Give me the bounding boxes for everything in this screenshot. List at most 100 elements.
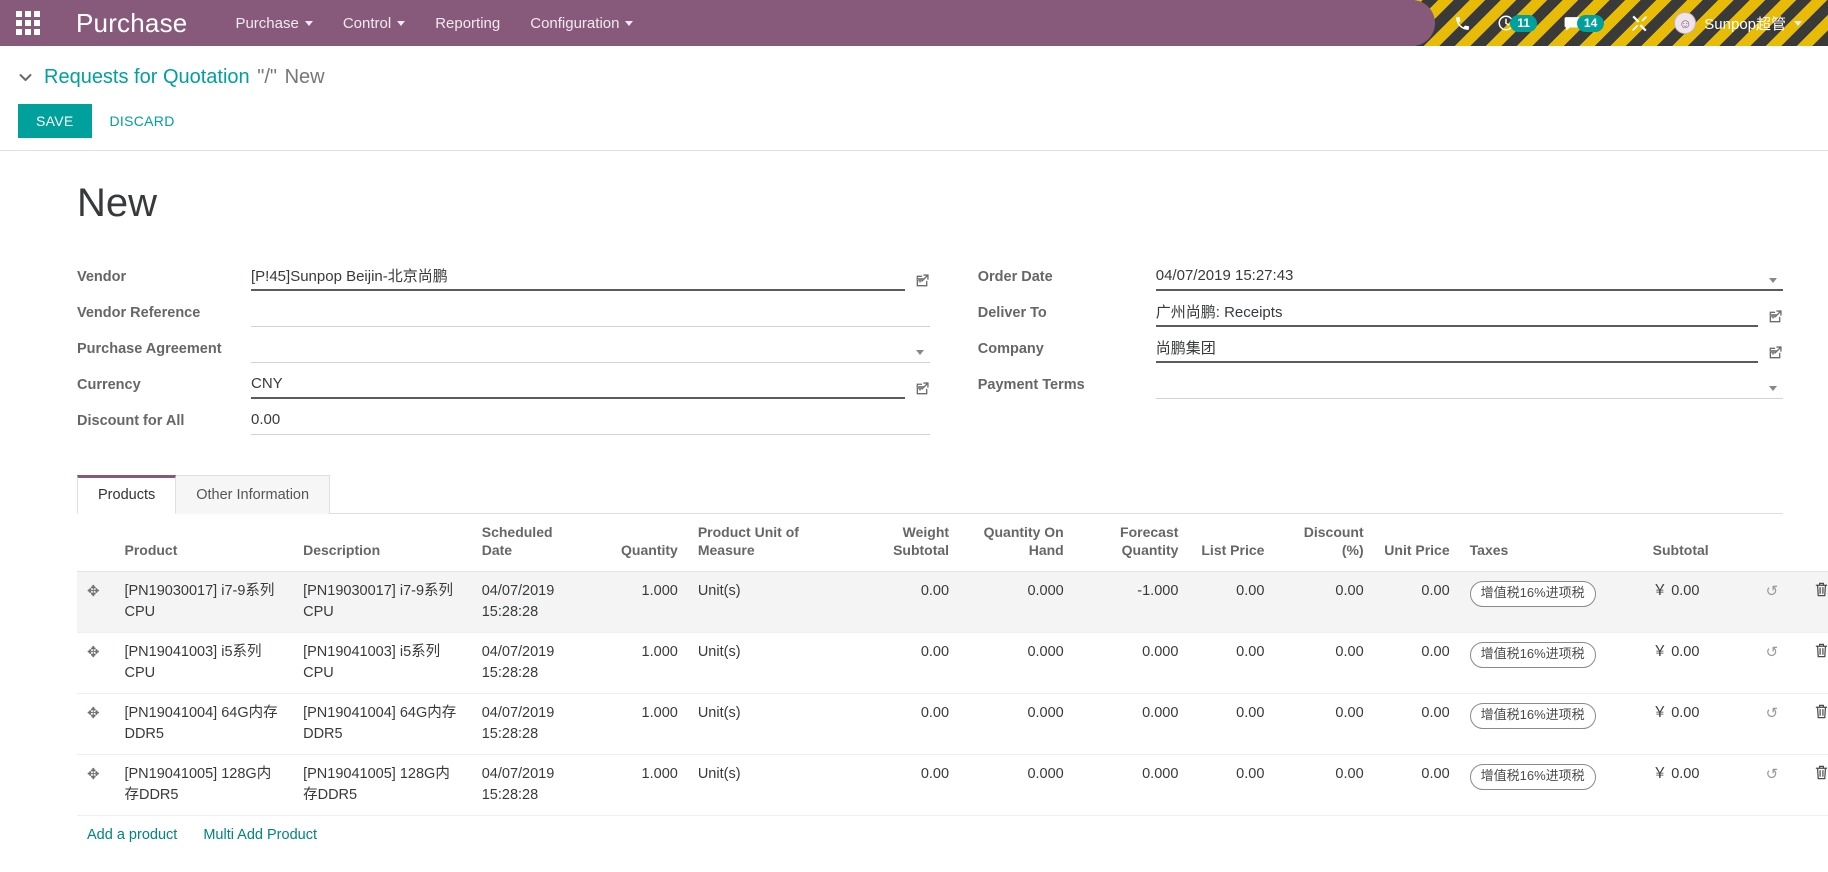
drag-handle-icon[interactable]: ✥ bbox=[87, 764, 105, 786]
drag-handle-icon[interactable]: ✥ bbox=[87, 642, 105, 664]
discard-button[interactable]: DISCARD bbox=[96, 104, 189, 138]
cell-product[interactable]: [PN19030017] i7-9系列CPU bbox=[114, 571, 294, 634]
col-scheduled-date[interactable]: Scheduled Date bbox=[471, 514, 582, 572]
phone-button[interactable] bbox=[1441, 0, 1484, 46]
activities-button[interactable]: 11 bbox=[1484, 0, 1550, 46]
menu-item-reporting[interactable]: Reporting bbox=[435, 15, 500, 32]
cell-history[interactable]: ↺ bbox=[1744, 571, 1789, 634]
trash-icon[interactable] bbox=[1814, 764, 1828, 781]
cell-product[interactable]: [PN19041003] i5系列CPU bbox=[114, 632, 294, 695]
developer-tools-button[interactable] bbox=[1617, 0, 1662, 46]
cell-product[interactable]: [PN19041004] 64G内存DDR5 bbox=[114, 693, 294, 756]
cell-list-price[interactable]: 0.00 bbox=[1188, 693, 1275, 756]
add-a-product-link[interactable]: Add a product bbox=[87, 827, 177, 843]
tab-other-information[interactable]: Other Information bbox=[176, 475, 331, 514]
cell-scheduled-date[interactable]: 04/07/2019 15:28:28 bbox=[471, 632, 582, 695]
col-quantity[interactable]: Quantity bbox=[581, 514, 688, 572]
table-row[interactable]: ✥ [PN19041003] i5系列CPU [PN19041003] i5系列… bbox=[77, 632, 1828, 695]
trash-icon[interactable] bbox=[1814, 581, 1828, 598]
cell-history[interactable]: ↺ bbox=[1744, 693, 1789, 756]
table-row[interactable]: ✥ [PN19041005] 128G内存DDR5 [PN19041005] 1… bbox=[77, 754, 1828, 817]
user-menu[interactable]: ☺ Sunpop超管 bbox=[1662, 0, 1814, 46]
history-icon[interactable]: ↺ bbox=[1766, 583, 1779, 600]
history-icon[interactable]: ↺ bbox=[1766, 766, 1779, 783]
cell-delete[interactable] bbox=[1788, 693, 1828, 756]
history-icon[interactable]: ↺ bbox=[1766, 644, 1779, 661]
col-discount[interactable]: Discount (%) bbox=[1274, 514, 1374, 572]
trash-icon[interactable] bbox=[1814, 642, 1828, 659]
cell-uom[interactable]: Unit(s) bbox=[687, 632, 845, 695]
table-row[interactable]: ✥ [PN19030017] i7-9系列CPU [PN19030017] i7… bbox=[77, 571, 1828, 634]
chevron-down-icon[interactable] bbox=[915, 386, 924, 391]
apps-menu-button[interactable] bbox=[0, 0, 56, 46]
chevron-down-icon[interactable] bbox=[915, 278, 924, 283]
cell-product[interactable]: [PN19041005] 128G内存DDR5 bbox=[114, 754, 294, 817]
tab-products[interactable]: Products bbox=[77, 475, 177, 514]
cell-discount[interactable]: 0.00 bbox=[1274, 632, 1374, 695]
cell-list-price[interactable]: 0.00 bbox=[1188, 754, 1275, 817]
col-qty-on-hand[interactable]: Quantity On Hand bbox=[959, 514, 1074, 572]
trash-icon[interactable] bbox=[1814, 703, 1828, 720]
col-uom[interactable]: Product Unit of Measure bbox=[687, 514, 845, 572]
cell-delete[interactable] bbox=[1788, 754, 1828, 817]
col-product[interactable]: Product bbox=[114, 514, 294, 572]
col-unit-price[interactable]: Unit Price bbox=[1373, 514, 1460, 572]
chevron-down-icon[interactable] bbox=[1769, 350, 1777, 355]
row-drag-cell[interactable]: ✥ bbox=[77, 754, 115, 817]
cell-uom[interactable]: Unit(s) bbox=[687, 693, 845, 756]
menu-item-control[interactable]: Control bbox=[343, 15, 406, 32]
row-drag-cell[interactable]: ✥ bbox=[77, 693, 115, 756]
cell-unit-price[interactable]: 0.00 bbox=[1373, 632, 1460, 695]
multi-add-product-link[interactable]: Multi Add Product bbox=[203, 827, 317, 843]
deliver-to-input[interactable] bbox=[1155, 301, 1758, 327]
cell-description[interactable]: [PN19030017] i7-9系列CPU bbox=[293, 571, 472, 634]
cell-scheduled-date[interactable]: 04/07/2019 15:28:28 bbox=[471, 693, 582, 756]
cell-delete[interactable] bbox=[1788, 571, 1828, 634]
payment-terms-input[interactable] bbox=[1155, 373, 1783, 399]
col-forecast-quantity[interactable]: Forecast Quantity bbox=[1073, 514, 1189, 572]
history-icon[interactable]: ↺ bbox=[1766, 705, 1779, 722]
cell-scheduled-date[interactable]: 04/07/2019 15:28:28 bbox=[471, 571, 582, 634]
table-row[interactable]: ✥ [PN19041004] 64G内存DDR5 [PN19041004] 64… bbox=[77, 693, 1828, 756]
purchase-agreement-input[interactable] bbox=[251, 337, 930, 363]
cell-unit-price[interactable]: 0.00 bbox=[1373, 693, 1460, 756]
cell-history[interactable]: ↺ bbox=[1744, 632, 1789, 695]
drag-handle-icon[interactable]: ✥ bbox=[87, 703, 105, 725]
save-button[interactable]: SAVE bbox=[18, 104, 92, 138]
cell-quantity[interactable]: 1.000 bbox=[581, 571, 688, 634]
cell-quantity[interactable]: 1.000 bbox=[581, 754, 688, 817]
breadcrumb-toggle-button[interactable] bbox=[18, 73, 32, 82]
cell-list-price[interactable]: 0.00 bbox=[1188, 571, 1275, 634]
cell-discount[interactable]: 0.00 bbox=[1274, 571, 1374, 634]
order-date-input[interactable] bbox=[1155, 265, 1783, 291]
vendor-input[interactable] bbox=[251, 265, 905, 291]
cell-discount[interactable]: 0.00 bbox=[1274, 754, 1374, 817]
row-drag-cell[interactable]: ✥ bbox=[77, 571, 115, 634]
cell-unit-price[interactable]: 0.00 bbox=[1373, 754, 1460, 817]
cell-uom[interactable]: Unit(s) bbox=[687, 571, 845, 634]
col-description[interactable]: Description bbox=[293, 514, 472, 572]
chevron-down-icon[interactable] bbox=[915, 350, 924, 355]
drag-handle-icon[interactable]: ✥ bbox=[87, 581, 105, 603]
app-brand-title[interactable]: Purchase bbox=[76, 8, 187, 39]
messages-button[interactable]: 14 bbox=[1550, 0, 1617, 46]
chevron-down-icon[interactable] bbox=[1769, 386, 1777, 391]
cell-description[interactable]: [PN19041003] i5系列CPU bbox=[293, 632, 472, 695]
menu-item-purchase[interactable]: Purchase bbox=[235, 15, 313, 32]
cell-taxes[interactable]: 增值税16%进项税 bbox=[1459, 571, 1643, 634]
cell-delete[interactable] bbox=[1788, 632, 1828, 695]
vendor-reference-input[interactable] bbox=[251, 301, 930, 327]
breadcrumb-parent-link[interactable]: Requests for Quotation bbox=[44, 66, 250, 88]
cell-taxes[interactable]: 增值税16%进项税 bbox=[1459, 754, 1643, 817]
col-weight-subtotal[interactable]: Weight Subtotal bbox=[844, 514, 960, 572]
cell-history[interactable]: ↺ bbox=[1744, 754, 1789, 817]
cell-quantity[interactable]: 1.000 bbox=[581, 693, 688, 756]
col-taxes[interactable]: Taxes bbox=[1459, 514, 1643, 572]
cell-uom[interactable]: Unit(s) bbox=[687, 754, 845, 817]
row-drag-cell[interactable]: ✥ bbox=[77, 632, 115, 695]
cell-unit-price[interactable]: 0.00 bbox=[1373, 571, 1460, 634]
cell-taxes[interactable]: 增值税16%进项税 bbox=[1459, 693, 1643, 756]
chevron-down-icon[interactable] bbox=[1769, 278, 1777, 283]
cell-description[interactable]: [PN19041004] 64G内存DDR5 bbox=[293, 693, 472, 756]
cell-quantity[interactable]: 1.000 bbox=[581, 632, 688, 695]
